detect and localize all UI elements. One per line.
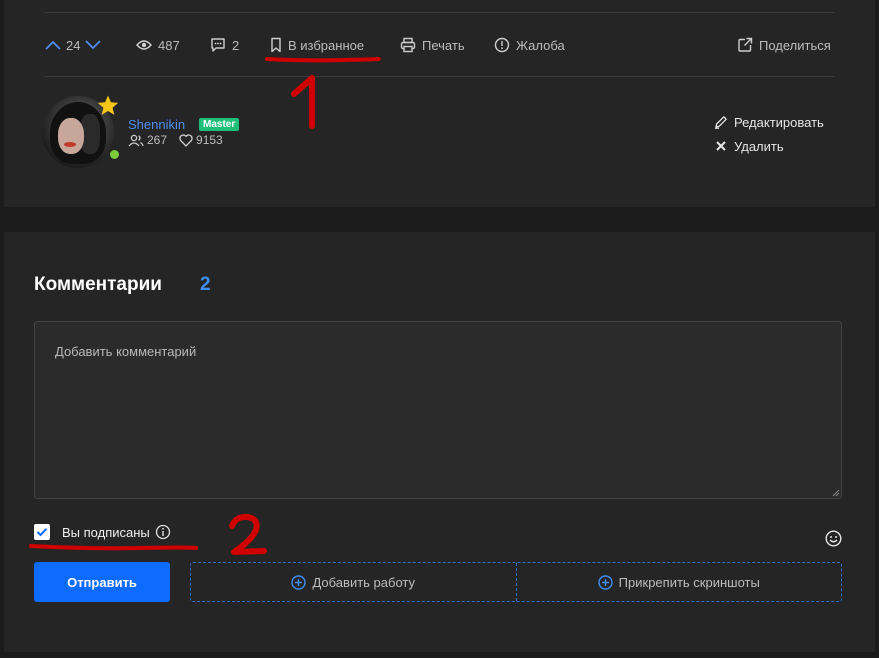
printer-icon [400,37,416,53]
pencil-icon [715,116,727,129]
checkmark-icon [36,528,48,537]
print-button[interactable]: Печать [400,28,465,62]
post-footer-card: 24 487 2 В избранное Печать Жалоба Подел… [4,0,875,207]
views-stat: 487 [136,28,180,62]
plus-circle-icon [597,574,613,590]
online-indicator [108,148,121,161]
vote-control: 24 [44,28,102,62]
comments-title: Комментарии [34,274,162,295]
complaint-label: Жалоба [516,37,565,53]
share-external-icon [738,37,753,52]
attachments-group: Добавить работу Прикрепить скриншоты [190,562,842,602]
subscribe-label[interactable]: Вы подписаны [62,525,150,540]
chevron-up-icon[interactable] [44,39,62,51]
users-icon [128,134,144,146]
heart-icon [179,133,193,147]
chevron-down-icon[interactable] [84,39,102,51]
edit-button[interactable]: Редактировать [714,110,824,134]
author-name[interactable]: Shennikin [128,117,185,132]
author-badge: Master [199,118,240,131]
comments-section: Комментарии 2 Вы подписаны Отправить Доб… [4,232,875,652]
subscribe-row: Вы подписаны [34,522,171,542]
followers-count: 267 [147,133,168,147]
comments-stat[interactable]: 2 [210,28,239,62]
author-actions: Редактировать Удалить [714,110,824,158]
delete-label: Удалить [734,138,784,154]
add-work-button[interactable]: Добавить работу [191,563,516,601]
favorite-label: В избранное [288,37,365,53]
smiley-icon[interactable] [825,530,842,547]
alert-circle-icon [494,37,510,53]
favorite-button[interactable]: В избранное [270,28,364,62]
post-toolbar: 24 487 2 В избранное Печать Жалоба Подел… [4,28,875,62]
attach-screenshots-button[interactable]: Прикрепить скриншоты [515,563,842,601]
attach-screenshots-label: Прикрепить скриншоты [618,574,760,590]
divider [44,76,834,77]
delete-button[interactable]: Удалить [714,134,824,158]
vote-count: 24 [66,37,81,53]
author-block: Shennikin Master 267 9153 [42,95,242,168]
likes-count: 9153 [196,133,223,147]
comment-input[interactable] [34,321,842,499]
resize-grip-icon[interactable] [832,489,840,497]
author-stats: 267 9153 [128,133,223,147]
bookmark-icon [271,37,281,53]
comments-count: 2 [200,274,211,295]
edit-label: Редактировать [734,114,824,130]
divider [44,12,834,13]
complaint-button[interactable]: Жалоба [494,28,565,62]
send-button[interactable]: Отправить [34,562,170,602]
share-button[interactable]: Поделиться [737,28,831,62]
share-label: Поделиться [759,37,831,53]
add-work-label: Добавить работу [312,574,415,590]
comments-count-toolbar: 2 [232,37,240,53]
eye-icon [136,40,152,50]
plus-circle-icon [291,574,307,590]
subscribe-checkbox[interactable] [34,524,50,540]
star-icon [97,95,119,115]
close-icon [716,141,726,151]
views-count: 487 [158,37,180,53]
info-icon[interactable] [155,524,171,540]
print-label: Печать [422,37,465,53]
chat-bubble-icon [211,38,225,52]
